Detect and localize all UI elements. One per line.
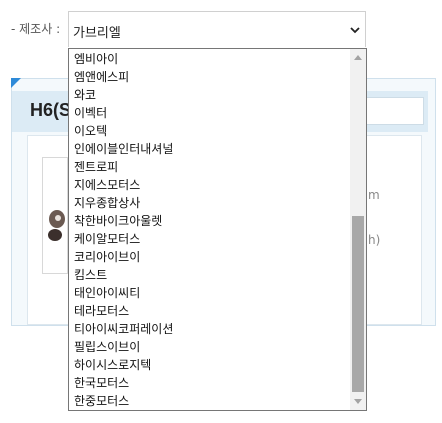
manufacturer-label: - 제조사 : xyxy=(11,22,61,36)
dropdown-option[interactable]: 케이알모터스 xyxy=(74,230,140,248)
product-image xyxy=(48,210,65,241)
dropdown-option[interactable]: 인에이블인터내셔널 xyxy=(74,140,173,158)
dropdown-scrollbar[interactable] xyxy=(350,49,366,410)
dropdown-option[interactable]: 킴스트 xyxy=(74,266,107,284)
dropdown-option[interactable]: 한중모터스 xyxy=(74,392,129,410)
manufacturer-dropdown-list[interactable]: 엠비아이 엠앤에스피 와코 이벡터 이오텍 인에이블인터내셔널 젠트로피 지에스모터스 지우종합… xyxy=(68,48,367,411)
dropdown-option[interactable]: 하이시스로지텍 xyxy=(74,356,151,374)
product-spec-text-2: h) xyxy=(368,233,381,247)
product-title: H6(S xyxy=(30,100,72,120)
dropdown-option[interactable]: 지우종합상사 xyxy=(74,194,140,212)
dropdown-option[interactable]: 테라모터스 xyxy=(74,302,129,320)
dropdown-option[interactable]: 이오텍 xyxy=(74,122,107,140)
dropdown-option[interactable]: 필립스이브이 xyxy=(74,338,140,356)
dropdown-option[interactable]: 티아이씨코퍼레이션 xyxy=(74,320,173,338)
scroll-down-arrow-icon[interactable] xyxy=(354,399,362,404)
dropdown-option[interactable]: 한국모터스 xyxy=(74,374,129,392)
dropdown-option[interactable]: 코리아이브이 xyxy=(74,248,140,266)
panel-corner-accent xyxy=(11,78,21,88)
chevron-down-icon[interactable] xyxy=(349,24,361,36)
manufacturer-select[interactable]: 가브리엘 xyxy=(68,11,366,47)
scroll-up-arrow-icon[interactable] xyxy=(354,55,362,60)
manufacturer-selected-value: 가브리엘 xyxy=(73,26,121,41)
dropdown-option[interactable]: 젠트로피 xyxy=(74,158,118,176)
dropdown-option[interactable]: 태인아이씨티 xyxy=(74,284,140,302)
dropdown-option[interactable]: 와코 xyxy=(74,86,96,104)
dropdown-option[interactable]: 착한바이크아울렛 xyxy=(74,212,162,230)
product-spec-text-1: m xyxy=(368,188,380,202)
dropdown-option[interactable]: 지에스모터스 xyxy=(74,176,140,194)
dropdown-option[interactable]: 엠비아이 xyxy=(74,50,118,68)
dropdown-option[interactable]: 엠앤에스피 xyxy=(74,68,129,86)
scrollbar-thumb[interactable] xyxy=(352,216,364,392)
dropdown-option[interactable]: 이벡터 xyxy=(74,104,107,122)
